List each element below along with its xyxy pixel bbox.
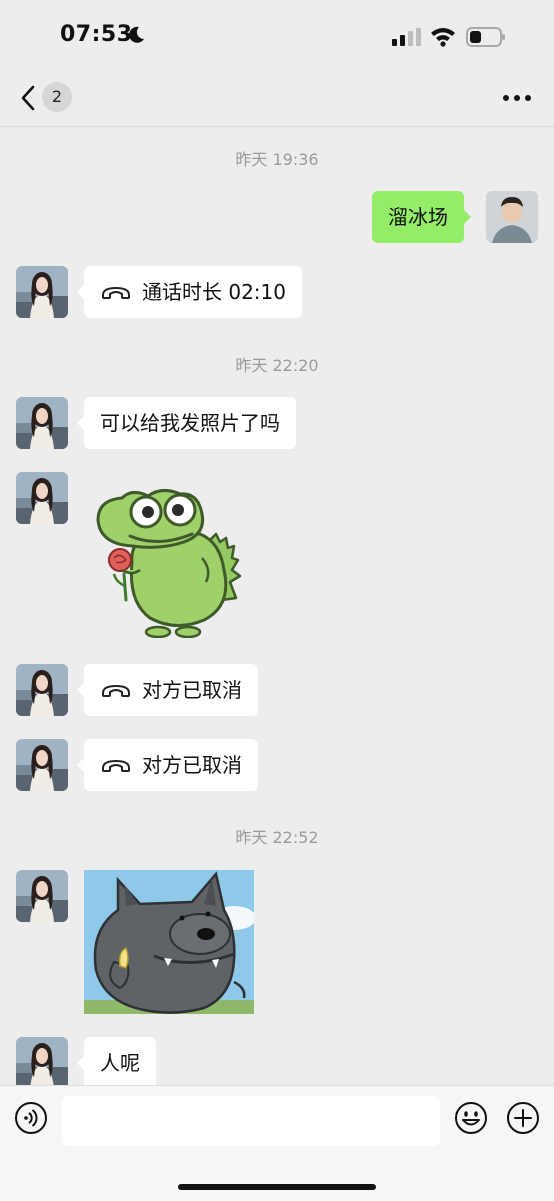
contact-avatar[interactable] xyxy=(16,397,68,449)
bubble-tail xyxy=(77,683,84,697)
message-text: 溜冰场 xyxy=(388,205,448,229)
message-input-bar xyxy=(0,1085,554,1201)
call-record-bubble[interactable]: 对方已取消 xyxy=(77,664,258,716)
bubble-tail xyxy=(77,758,84,772)
status-time: 07:53 xyxy=(60,22,133,47)
message-timestamp: 昨天 22:20 xyxy=(235,356,319,375)
call-record-bubble[interactable]: 对方已取消 xyxy=(77,739,258,791)
back-chevron-icon[interactable] xyxy=(18,84,38,112)
contact-avatar[interactable] xyxy=(16,664,68,716)
cellular-signal-icon xyxy=(392,28,421,46)
moon-icon xyxy=(129,26,144,43)
message-text: 人呢 xyxy=(100,1051,140,1075)
plus-icon[interactable] xyxy=(506,1101,540,1135)
bubble-tail xyxy=(77,285,84,299)
contact-avatar[interactable] xyxy=(16,266,68,318)
message-timestamp: 昨天 22:52 xyxy=(235,828,319,847)
contact-avatar[interactable] xyxy=(16,1037,68,1089)
call-record-text: 通话时长 02:10 xyxy=(142,280,286,304)
unread-count-badge[interactable]: 2 xyxy=(42,82,72,112)
phone-call-icon xyxy=(100,755,132,775)
contact-avatar[interactable] xyxy=(16,870,68,922)
phone-call-icon xyxy=(100,680,132,700)
my-avatar[interactable] xyxy=(486,191,538,243)
call-record-text: 对方已取消 xyxy=(142,753,242,777)
call-record-text: 对方已取消 xyxy=(142,678,242,702)
call-record-bubble[interactable]: 通话时长 02:10 xyxy=(77,266,302,318)
voice-input-icon[interactable] xyxy=(14,1101,48,1135)
contact-avatar[interactable] xyxy=(16,739,68,791)
bubble-tail xyxy=(464,210,471,224)
contact-avatar[interactable] xyxy=(16,472,68,524)
incoming-message-bubble[interactable]: 人呢 xyxy=(77,1037,156,1089)
dinosaur-sticker[interactable] xyxy=(92,478,244,638)
message-timestamp: 昨天 19:36 xyxy=(235,150,319,169)
phone-call-icon xyxy=(100,282,132,302)
battery-icon xyxy=(466,27,505,47)
chat-nav-bar: 2 xyxy=(0,70,554,127)
bubble-tail xyxy=(77,416,84,430)
incoming-message-bubble[interactable]: 可以给我发照片了吗 xyxy=(77,397,296,449)
bubble-tail xyxy=(77,1056,84,1070)
more-options-icon[interactable] xyxy=(502,94,532,102)
status-bar: 07:53 xyxy=(0,0,554,70)
outgoing-message-bubble[interactable]: 溜冰场 xyxy=(372,191,471,243)
home-indicator[interactable] xyxy=(178,1184,376,1190)
wolf-sticker[interactable] xyxy=(84,870,254,1014)
wifi-icon xyxy=(431,28,455,47)
message-text: 可以给我发照片了吗 xyxy=(100,411,280,435)
emoji-icon[interactable] xyxy=(454,1101,488,1135)
message-text-input[interactable] xyxy=(62,1096,440,1146)
